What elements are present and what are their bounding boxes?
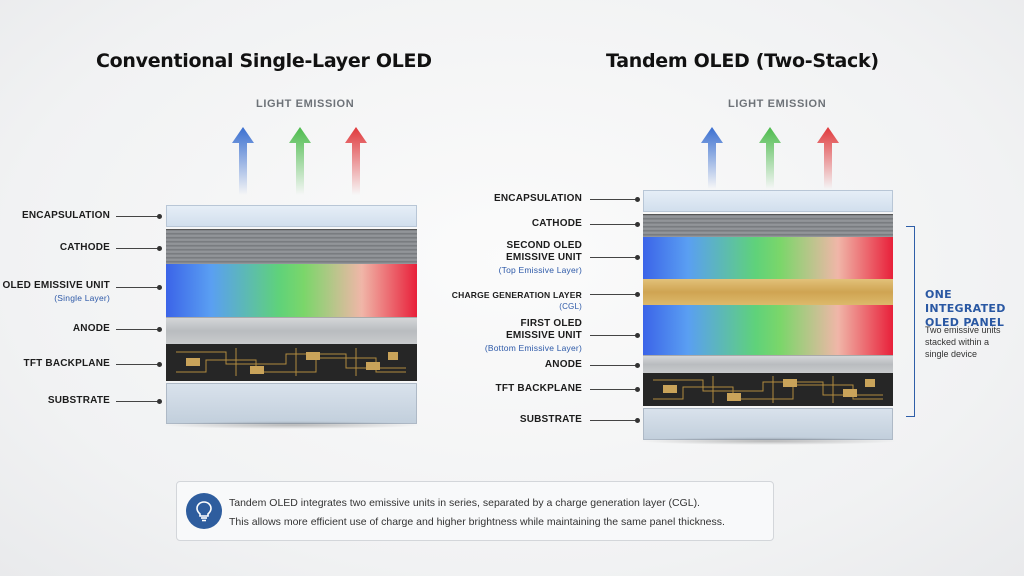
tft-backplane-layer (643, 373, 893, 406)
encapsulation-layer (166, 205, 417, 227)
label-second-emissive-unit: SECOND OLED EMISSIVE UNIT (Top Emissive … (499, 240, 582, 276)
panel-note: Two emissive units stacked within a sing… (925, 324, 1001, 360)
cgl-text: CHARGE GENERATION LAYER (451, 290, 582, 300)
leader-line (590, 387, 640, 392)
second-emissive-sub: (Top Emissive Layer) (498, 265, 582, 275)
second-emissive-layer (643, 237, 893, 279)
tandem-stack (643, 190, 893, 440)
circuit-pattern-icon (176, 348, 406, 376)
cgl-sub: (CGL) (559, 302, 582, 311)
leader-line (116, 246, 162, 251)
anode-layer (643, 355, 893, 373)
substrate-layer (166, 383, 417, 424)
leader-line (116, 327, 162, 332)
leader-line (116, 399, 162, 404)
info-note-box: Tandem OLED integrates two emissive unit… (176, 481, 774, 541)
tft-backplane-layer (166, 344, 417, 381)
leader-line (590, 418, 640, 423)
single-layer-stack (166, 205, 417, 424)
label-encapsulation: ENCAPSULATION (494, 193, 582, 204)
cathode-layer (166, 229, 417, 264)
leader-line (116, 214, 162, 219)
panel-title-line1: ONE INTEGRATED (925, 288, 1006, 315)
blue-arrow-icon (232, 127, 254, 195)
panel-note-line3: single device (925, 349, 978, 359)
leader-line (590, 333, 640, 338)
emissive-layer (166, 264, 417, 317)
stack-shadow (637, 437, 899, 445)
leader-line (116, 285, 162, 290)
red-arrow-icon (345, 127, 367, 195)
emissive-unit-text: OLED EMISSIVE UNIT (2, 280, 110, 291)
label-anode: ANODE (544, 359, 582, 370)
first-emissive-layer (643, 305, 893, 355)
second-emissive-line2: EMISSIVE UNIT (506, 252, 582, 263)
cathode-layer (643, 214, 893, 237)
label-tft-backplane: TFT BACKPLANE (495, 383, 582, 394)
first-emissive-line1: FIRST OLED (520, 318, 582, 329)
substrate-layer (643, 408, 893, 440)
leader-line (590, 363, 640, 368)
label-first-emissive-unit: FIRST OLED EMISSIVE UNIT (Bottom Emissiv… (485, 318, 582, 354)
charge-generation-layer (643, 279, 893, 305)
panel-note-line2: stacked within a (925, 337, 990, 347)
lightbulb-icon (186, 493, 222, 529)
label-substrate: SUBSTRATE (47, 395, 110, 406)
first-emissive-sub: (Bottom Emissive Layer) (484, 343, 582, 353)
leader-line (116, 362, 162, 367)
second-emissive-line1: SECOND OLED (506, 240, 582, 251)
encapsulation-layer (643, 190, 893, 212)
label-substrate: SUBSTRATE (519, 414, 582, 425)
label-tft-backplane: TFT BACKPLANE (23, 358, 110, 369)
panel-bracket (906, 226, 915, 417)
leader-line (590, 292, 640, 297)
label-anode: ANODE (72, 323, 110, 334)
label-encapsulation: ENCAPSULATION (22, 210, 110, 221)
circuit-pattern-icon (653, 376, 883, 403)
label-cathode: CATHODE (59, 242, 110, 253)
green-arrow-icon (289, 127, 311, 195)
leader-line (590, 255, 640, 260)
red-arrow-icon (817, 127, 839, 189)
label-cgl: CHARGE GENERATION LAYER (CGL) (452, 289, 582, 313)
label-cathode: CATHODE (531, 218, 582, 229)
stack-shadow (160, 421, 423, 429)
blue-arrow-icon (701, 127, 723, 189)
label-emissive-unit: OLED EMISSIVE UNIT (Single Layer) (2, 280, 110, 304)
left-emission-label: LIGHT EMISSION (256, 98, 355, 110)
first-emissive-line2: EMISSIVE UNIT (506, 330, 582, 341)
note-line-2: This allows more efficient use of charge… (229, 516, 725, 528)
right-emission-label: LIGHT EMISSION (728, 98, 827, 110)
anode-layer (166, 317, 417, 344)
leader-line (590, 197, 640, 202)
panel-note-line1: Two emissive units (925, 325, 1001, 335)
note-line-1: Tandem OLED integrates two emissive unit… (229, 497, 700, 509)
right-title: Tandem OLED (Two-Stack) (606, 50, 879, 72)
green-arrow-icon (759, 127, 781, 189)
left-title: Conventional Single-Layer OLED (96, 50, 432, 72)
emissive-unit-sub: (Single Layer) (54, 293, 110, 303)
leader-line (590, 222, 640, 227)
